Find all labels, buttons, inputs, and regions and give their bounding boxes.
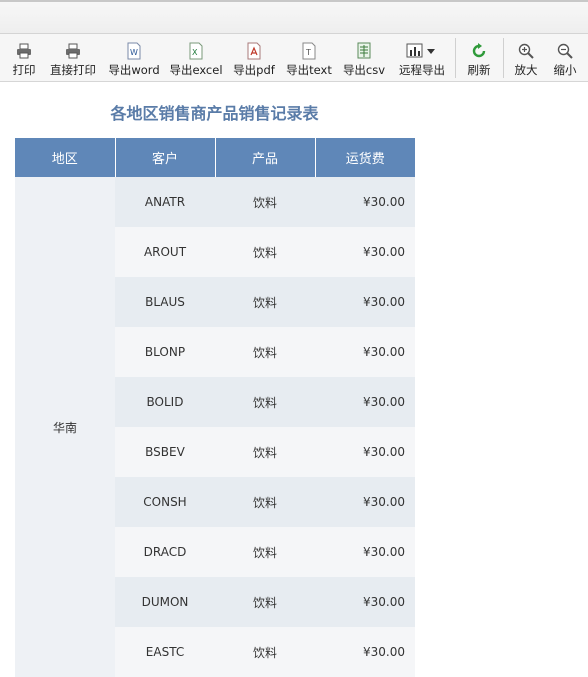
excel-doc-icon: X — [188, 40, 204, 62]
report-toolbar: 打印 直接打印 W 导出word X 导出excel 导出pdf T 导出tex… — [0, 34, 588, 82]
text-doc-icon: T — [301, 40, 317, 62]
export-pdf-button[interactable]: 导出pdf — [230, 34, 278, 82]
toolbar-divider — [503, 38, 504, 78]
product-cell: 饮料 — [215, 477, 315, 527]
customer-cell: AROUT — [115, 227, 215, 277]
product-cell: 饮料 — [215, 227, 315, 277]
fee-cell: ¥30.00 — [315, 427, 415, 477]
bar-chart-icon — [406, 40, 438, 62]
zoom-in-icon — [517, 40, 535, 62]
chevron-down-icon — [427, 49, 435, 54]
word-doc-icon: W — [126, 40, 142, 62]
column-header-region: 地区 — [15, 138, 116, 177]
product-cell: 饮料 — [215, 327, 315, 377]
customer-cell: BLONP — [115, 327, 215, 377]
svg-text:T: T — [305, 48, 311, 57]
window-top-bar — [0, 0, 588, 34]
zoom-in-label: 放大 — [514, 63, 538, 77]
region-cell: 华南 — [15, 177, 115, 677]
product-cell: 饮料 — [215, 427, 315, 477]
sales-report-table: 地区 客户 产品 运货费 华南 ANATR 饮料 ¥30.00 AROUT 饮料… — [15, 138, 415, 677]
print-button[interactable]: 打印 — [8, 34, 40, 82]
fee-cell: ¥30.00 — [315, 477, 415, 527]
svg-text:X: X — [192, 48, 198, 57]
pdf-doc-icon — [246, 40, 262, 62]
fee-cell: ¥30.00 — [315, 227, 415, 277]
fee-cell: ¥30.00 — [315, 527, 415, 577]
printer-direct-icon — [64, 40, 82, 62]
csv-doc-icon — [356, 40, 372, 62]
fee-cell: ¥30.00 — [315, 627, 415, 677]
customer-cell: EASTC — [115, 627, 215, 677]
customer-cell: DRACD — [115, 527, 215, 577]
column-header-product: 产品 — [215, 138, 316, 177]
product-cell: 饮料 — [215, 277, 315, 327]
export-word-label: 导出word — [108, 63, 160, 77]
fee-cell: ¥30.00 — [315, 177, 415, 227]
table-header-row: 地区 客户 产品 运货费 — [15, 138, 415, 177]
export-excel-label: 导出excel — [169, 63, 223, 77]
report-title: 各地区销售商产品销售记录表 — [110, 104, 319, 123]
customer-cell: CONSH — [115, 477, 215, 527]
customer-cell: ANATR — [115, 177, 215, 227]
export-text-label: 导出text — [286, 63, 332, 77]
export-csv-button[interactable]: 导出csv — [340, 34, 388, 82]
remote-export-button[interactable]: 远程导出 — [395, 34, 449, 82]
direct-print-button[interactable]: 直接打印 — [47, 34, 99, 82]
product-cell: 饮料 — [215, 177, 315, 227]
customer-cell: BOLID — [115, 377, 215, 427]
fee-cell: ¥30.00 — [315, 577, 415, 627]
toolbar-divider — [455, 38, 456, 78]
export-pdf-label: 导出pdf — [233, 63, 275, 77]
customer-cell: BSBEV — [115, 427, 215, 477]
export-csv-label: 导出csv — [342, 63, 386, 77]
fee-cell: ¥30.00 — [315, 277, 415, 327]
product-cell: 饮料 — [215, 627, 315, 677]
fee-cell: ¥30.00 — [315, 377, 415, 427]
product-cell: 饮料 — [215, 527, 315, 577]
product-cell: 饮料 — [215, 377, 315, 427]
export-word-button[interactable]: W 导出word — [105, 34, 163, 82]
customer-cell: DUMON — [115, 577, 215, 627]
remote-export-label: 远程导出 — [399, 63, 445, 77]
column-header-customer: 客户 — [115, 138, 216, 177]
print-label: 打印 — [12, 63, 36, 77]
zoom-in-button[interactable]: 放大 — [510, 34, 542, 82]
direct-print-label: 直接打印 — [50, 63, 96, 77]
zoom-out-button[interactable]: 缩小 — [549, 34, 581, 82]
printer-icon — [15, 40, 33, 62]
zoom-out-icon — [556, 40, 574, 62]
refresh-button[interactable]: 刷新 — [463, 34, 495, 82]
export-text-button[interactable]: T 导出text — [284, 34, 334, 82]
zoom-out-label: 缩小 — [553, 63, 577, 77]
fee-cell: ¥30.00 — [315, 327, 415, 377]
customer-cell: BLAUS — [115, 277, 215, 327]
refresh-icon — [470, 40, 488, 62]
column-header-fee: 运货费 — [315, 138, 415, 177]
svg-text:W: W — [130, 48, 138, 57]
product-cell: 饮料 — [215, 577, 315, 627]
export-excel-button[interactable]: X 导出excel — [167, 34, 225, 82]
refresh-label: 刷新 — [467, 63, 491, 77]
table-row: 华南 ANATR 饮料 ¥30.00 — [15, 177, 415, 677]
